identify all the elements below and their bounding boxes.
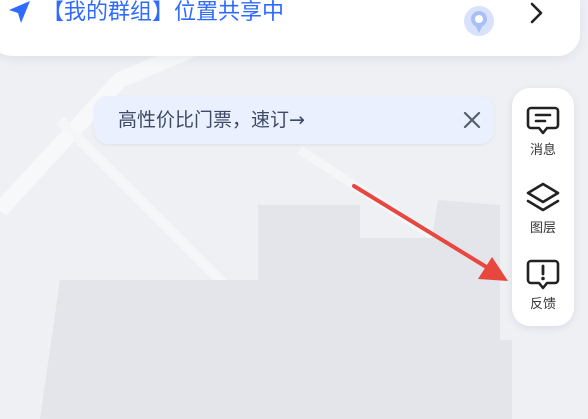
- feedback-button[interactable]: 反馈: [512, 248, 574, 324]
- messages-label: 消息: [529, 143, 556, 158]
- close-icon[interactable]: [460, 108, 484, 132]
- message-icon: [526, 106, 560, 135]
- chevron-right-icon[interactable]: [526, 0, 546, 26]
- layers-label: 图层: [529, 221, 556, 236]
- feedback-icon: [526, 259, 560, 290]
- group-location-bar[interactable]: 【我的群组】位置共享中: [0, 0, 580, 56]
- group-sharing-text: 【我的群组】位置共享中: [42, 0, 285, 25]
- ticket-promo-banner[interactable]: 高性价比门票，速订→: [94, 96, 494, 144]
- feedback-label: 反馈: [529, 297, 556, 312]
- map-view[interactable]: 【我的群组】位置共享中 高性价比门票，速订→ 消息 图层 反馈: [0, 0, 588, 419]
- map-side-toolbar: 消息 图层 反馈: [512, 88, 574, 326]
- promo-text[interactable]: 高性价比门票，速订→: [118, 105, 305, 135]
- navigation-arrow-icon: [9, 1, 30, 23]
- messages-button[interactable]: 消息: [512, 94, 574, 170]
- location-pin-icon: [464, 6, 494, 36]
- layers-icon: [526, 182, 560, 212]
- map-background: [0, 0, 588, 419]
- layers-button[interactable]: 图层: [512, 172, 574, 248]
